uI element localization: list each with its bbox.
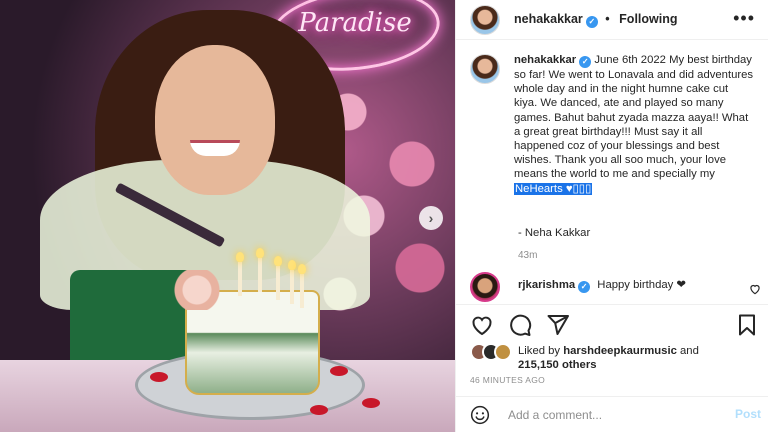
add-comment-bar: Post [456, 396, 768, 432]
author-username[interactable]: nehakakkar [514, 12, 583, 26]
rose-petal [362, 398, 380, 408]
likes-count[interactable]: 215,150 others [518, 359, 597, 371]
likes-summary: Liked by harshdeepkaurmusic and 215,150 … [518, 344, 758, 372]
heart-icon[interactable] [470, 313, 494, 337]
commenter-avatar[interactable] [470, 272, 500, 302]
candle [274, 256, 282, 300]
commenter-username[interactable]: rjkarishma [518, 279, 575, 291]
person-face [155, 45, 275, 195]
candle [298, 264, 306, 308]
author-avatar[interactable] [470, 5, 500, 35]
author-line: nehakakkar ✓ • Following [514, 12, 678, 28]
following-button[interactable]: Following [619, 12, 677, 26]
more-options-icon[interactable]: ••• [733, 8, 755, 29]
liker-avatars [470, 343, 520, 361]
caption-author-avatar[interactable] [470, 54, 500, 84]
candle [288, 260, 296, 304]
caption-username[interactable]: nehakakkar [514, 54, 576, 66]
rose-petal [330, 366, 348, 376]
comment-icon[interactable] [508, 313, 532, 337]
bookmark-icon[interactable] [735, 313, 759, 337]
verified-badge-icon: ✓ [578, 281, 591, 293]
share-icon[interactable] [546, 313, 570, 337]
post-photo[interactable]: Paradise › [0, 0, 455, 432]
rose-petal [310, 405, 328, 415]
neon-sign: Paradise [298, 8, 412, 38]
comment-input[interactable] [508, 405, 718, 425]
candle [236, 252, 244, 296]
comment-like-heart-icon[interactable] [748, 282, 762, 296]
liker-avatar [494, 343, 512, 361]
emoji-icon[interactable] [470, 405, 490, 425]
separator-dot: • [605, 12, 610, 26]
post-panel: nehakakkar ✓ • Following ••• nehakakkar ✓ … [455, 0, 768, 432]
caption-text: June 6th 2022 My best birthday so far! W… [514, 54, 754, 181]
next-photo-button[interactable]: › [419, 206, 443, 230]
rose-petal [150, 372, 168, 382]
post-header: nehakakkar ✓ • Following ••• [456, 0, 768, 40]
post-comment-button[interactable]: Post [735, 407, 761, 421]
verified-badge-icon: ✓ [579, 56, 592, 68]
post-caption: nehakakkar ✓ June 6th 2022 My best birthd… [514, 53, 754, 196]
verified-badge-icon: ✓ [585, 16, 598, 28]
comment-text: Happy birthday ❤ [597, 279, 686, 291]
likes-and: and [680, 345, 699, 357]
action-bar [456, 304, 768, 340]
likes-prefix: Liked by [518, 345, 561, 357]
caption-hashtag[interactable]: NeHearts ♥▯▯▯ [514, 182, 593, 195]
post-timestamp[interactable]: 46 MINUTES AGO [470, 375, 545, 385]
cake-rose [168, 270, 226, 310]
caption-time: 43m [518, 250, 538, 261]
candle [256, 248, 264, 292]
liker-username[interactable]: harshdeepkaurmusic [563, 345, 677, 357]
comment-item: rjkarishma ✓ Happy birthday ❤ [518, 278, 686, 293]
caption-signature: - Neha Kakkar [518, 227, 591, 239]
